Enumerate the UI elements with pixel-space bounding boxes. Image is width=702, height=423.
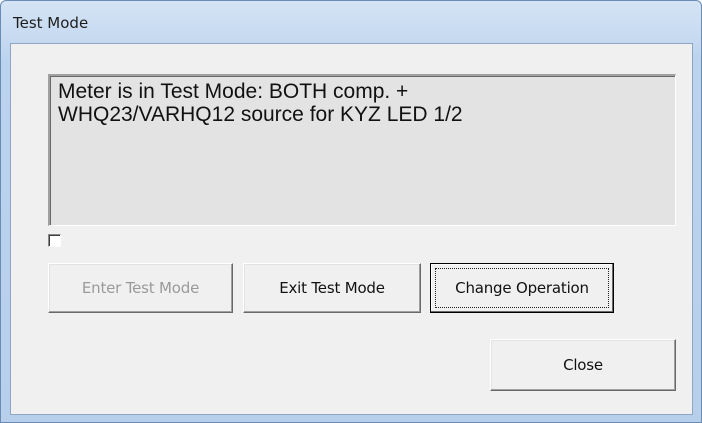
status-message-text: Meter is in Test Mode: BOTH comp. + WHQ2… [58,80,463,126]
close-button[interactable]: Close [490,339,676,391]
close-label: Close [563,356,603,374]
exit-test-mode-button[interactable]: Exit Test Mode [243,263,421,313]
enter-test-mode-button[interactable]: Enter Test Mode [48,263,233,313]
status-message-box: Meter is in Test Mode: BOTH comp. + WHQ2… [48,74,676,226]
change-operation-label: Change Operation [455,279,589,297]
window-title: Test Mode [13,14,89,32]
test-mode-checkbox[interactable] [48,234,61,247]
enter-test-mode-label: Enter Test Mode [81,279,200,297]
title-bar[interactable]: Test Mode [1,1,701,43]
change-operation-button[interactable]: Change Operation [430,263,614,313]
exit-test-mode-label: Exit Test Mode [279,279,385,297]
dialog-client-area: Meter is in Test Mode: BOTH comp. + WHQ2… [10,43,693,415]
dialog-window: Test Mode Meter is in Test Mode: BOTH co… [0,0,702,423]
